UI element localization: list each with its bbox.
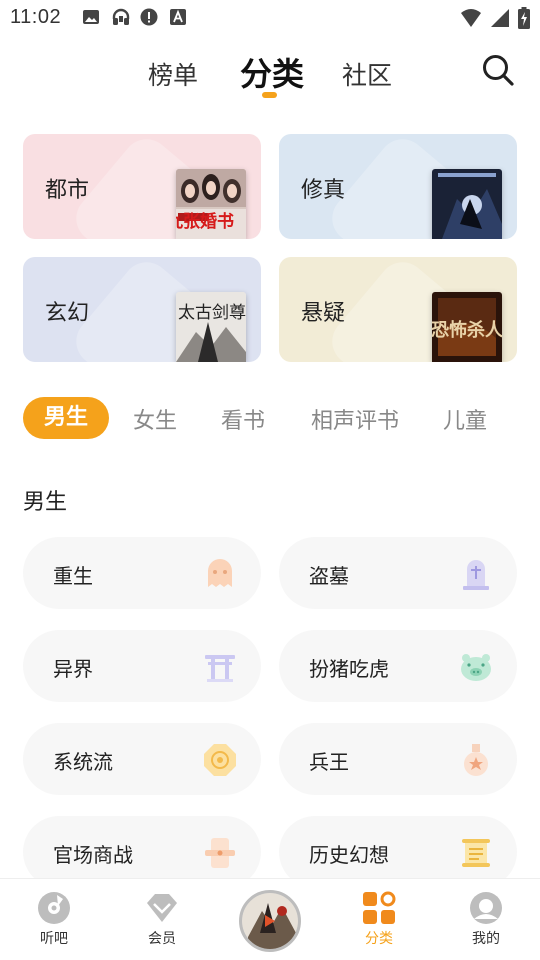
category-card-cultivation[interactable]: 修真 [279,134,517,239]
book-scroll-icon [459,836,493,870]
tab-rankings[interactable]: 榜单 [148,56,198,92]
pig-icon [459,650,493,684]
cellular-signal-icon [490,8,510,32]
image-icon [82,8,100,26]
section-title: 男生 [23,490,68,515]
subcategory-chip-rebirth[interactable]: 重生 [23,537,261,609]
subcategory-chip-system-flow[interactable]: 系统流 [23,723,261,795]
chip-label: 兵王 [309,750,349,774]
alert-icon [140,8,158,26]
category-card-label: 悬疑 [301,301,346,326]
music-disc-icon [37,891,71,925]
bottom-nav-profile[interactable]: 我的 [446,891,526,948]
subcategory-chip-other-world[interactable]: 异界 [23,630,261,702]
chip-label: 盗墓 [309,564,349,588]
subcategory-chip-pretend-weak[interactable]: 扮猪吃虎 [279,630,517,702]
tombstone-icon [459,557,493,591]
category-card-mystery[interactable]: 悬疑 恐怖杀人 [279,257,517,362]
bottom-nav-bar: 听吧 会员 分类 我的 [0,878,540,960]
top-nav: 榜单 分类 社区 [0,40,540,104]
gender-tab-male[interactable]: 男生 [23,397,110,439]
bottom-nav-member[interactable]: 会员 [122,891,202,948]
chip-label: 系统流 [53,750,113,774]
scroll-icon [203,836,237,870]
gender-tab-children[interactable]: 儿童 [443,403,487,435]
tab-community[interactable]: 社区 [342,56,392,92]
category-card-fantasy[interactable]: 玄幻 太古剑尊 [23,257,261,362]
active-tab-indicator [262,92,277,98]
category-card-label: 修真 [301,178,346,203]
subcategory-chip-soldier-king[interactable]: 兵王 [279,723,517,795]
category-card-label: 玄幻 [45,301,90,326]
category-card-label: 都市 [45,178,90,203]
bottom-nav-listen[interactable]: 听吧 [14,891,94,948]
status-bar: 11:02 [0,0,540,36]
bottom-nav-category[interactable]: 分类 [339,891,419,948]
category-card-urban[interactable]: 都市 开局九张婚书 [23,134,261,239]
cover-title-text: 太古剑尊 [178,303,246,323]
chip-label: 异界 [53,657,93,681]
tab-categories[interactable]: 分类 [240,49,304,95]
now-playing-disc-icon [242,893,298,949]
book-cover-image: 开局九张婚书 [176,169,246,239]
search-button[interactable] [480,52,516,88]
status-icons-right [460,7,530,33]
status-icons-left [82,8,187,26]
battery-charging-icon [518,7,530,33]
bottom-nav-label: 会员 [148,931,176,947]
gender-tab-crosstalk[interactable]: 相声评书 [311,403,399,435]
bottom-nav-label: 分类 [365,931,393,947]
category-grid-icon [362,891,396,925]
vip-diamond-icon [145,891,179,925]
chip-label: 历史幻想 [309,843,389,867]
gender-tabs: 男生 女生 看书 相声评书 儿童 [23,397,523,439]
search-icon [483,55,514,86]
chip-label: 重生 [53,564,93,588]
wifi-icon [460,8,482,32]
subcategory-chip-tomb-raiding[interactable]: 盗墓 [279,537,517,609]
book-cover-image: 太古剑尊 [176,292,246,362]
headset-icon [111,8,130,26]
profile-icon [469,891,503,925]
book-cover-image: 恐怖杀人 [432,292,502,362]
gender-tab-reading[interactable]: 看书 [221,403,265,435]
bottom-nav-label: 我的 [472,931,500,947]
cover-title-text: 开局九张婚书 [176,211,234,232]
gender-tab-female[interactable]: 女生 [133,403,177,435]
octagon-target-icon [203,743,237,777]
torii-gate-icon [203,650,237,684]
now-playing-disc[interactable] [239,890,301,952]
chip-label: 官场商战 [53,843,133,867]
bottom-nav-label: 听吧 [40,931,68,947]
cover-title-text: 恐怖杀人 [432,319,502,341]
book-cover-image [432,169,502,239]
ghost-icon [203,557,237,591]
font-a-icon [169,8,187,26]
chip-label: 扮猪吃虎 [309,657,389,681]
medal-icon [459,743,493,777]
status-time: 11:02 [10,6,62,28]
